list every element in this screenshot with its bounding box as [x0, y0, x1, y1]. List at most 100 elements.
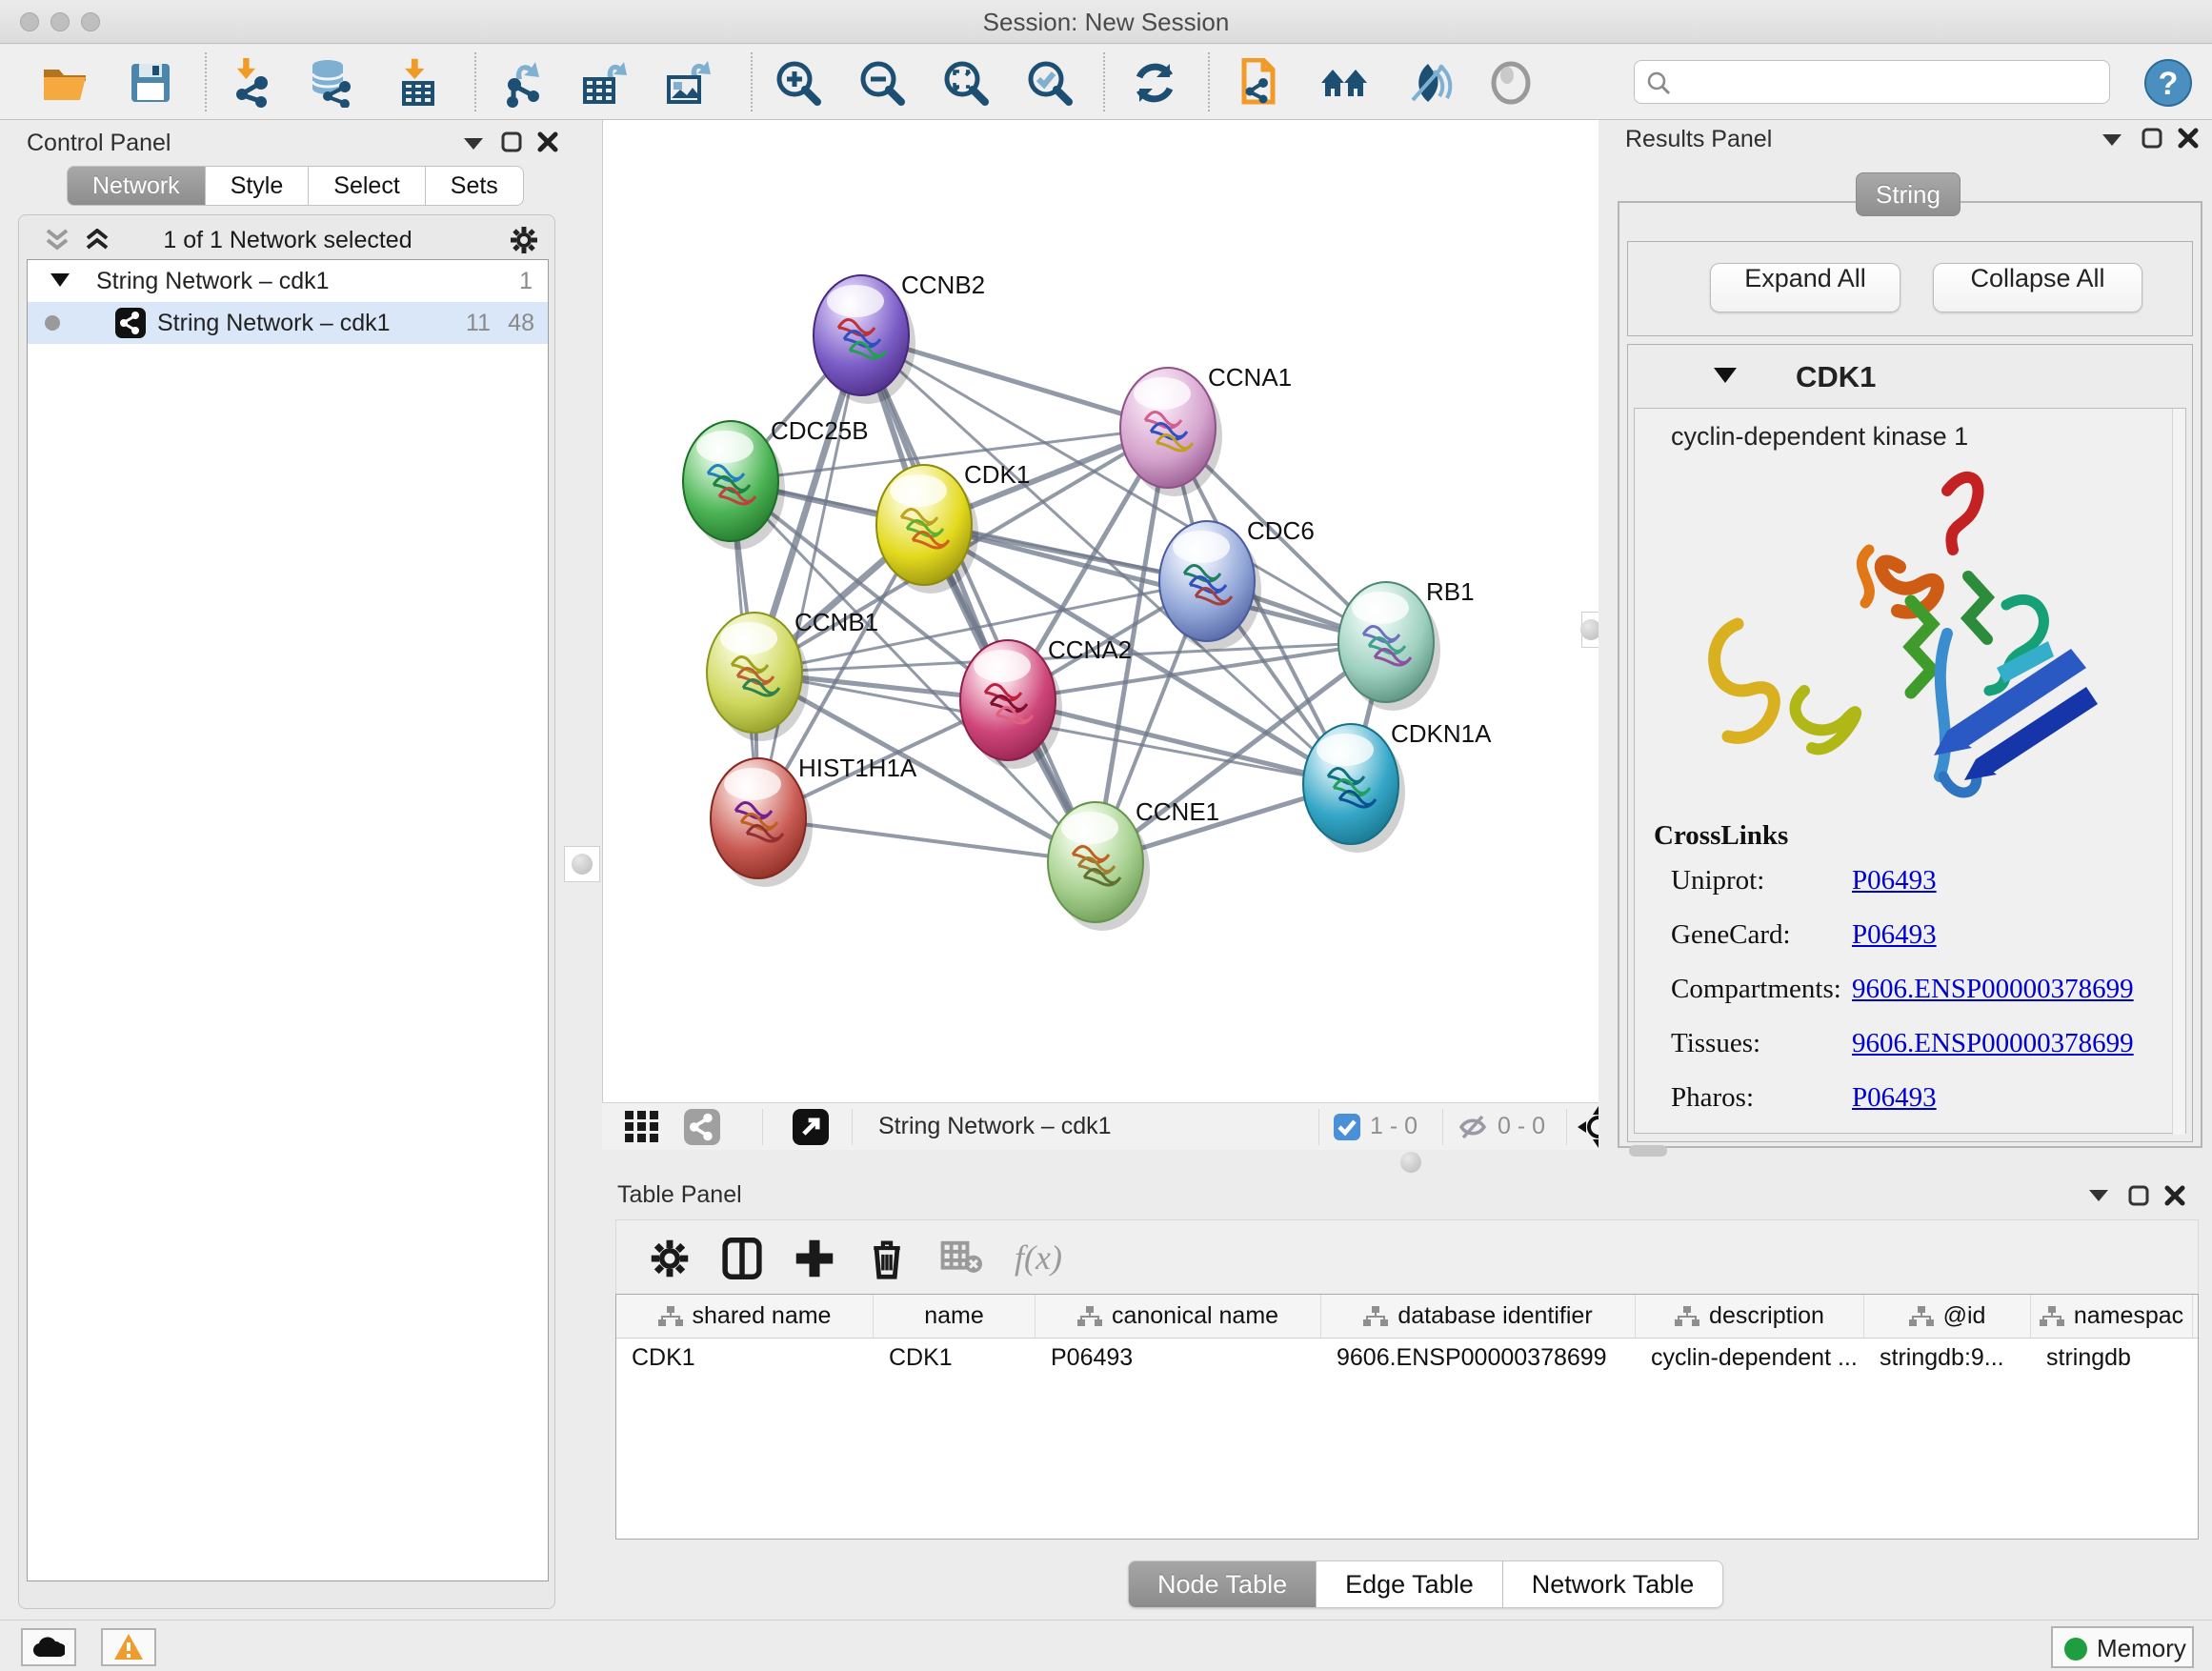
delete-column-icon[interactable]: [866, 1238, 908, 1279]
node-CDC6[interactable]: CDC6: [1159, 516, 1315, 650]
export-table-icon[interactable]: [579, 58, 629, 108]
column-type-icon: [1077, 1306, 1102, 1327]
column-header-namespac[interactable]: namespac: [2031, 1295, 2193, 1338]
function-builder-icon[interactable]: f(x): [1015, 1238, 1062, 1278]
splitter-handle[interactable]: [564, 846, 600, 882]
results-scrollbar[interactable]: [2172, 409, 2185, 1135]
edge-CCNB2-CCNE1[interactable]: [861, 335, 1096, 862]
homes-icon[interactable]: [1319, 58, 1369, 108]
grid-view-icon[interactable]: [625, 1111, 659, 1143]
tab-select[interactable]: Select: [309, 166, 425, 206]
collapse-all-button[interactable]: Collapse All: [1933, 263, 2142, 312]
node-CCNA2[interactable]: CCNA2: [960, 635, 1132, 769]
zoom-fit-icon[interactable]: [941, 58, 991, 108]
node-CCNB1[interactable]: CCNB1: [707, 608, 878, 741]
node-RB1[interactable]: RB1: [1338, 577, 1475, 711]
zoom-selected-icon[interactable]: [1025, 58, 1075, 108]
collapse-panel-icon[interactable]: [2088, 1189, 2109, 1202]
network-collection-row[interactable]: String Network – cdk1 1: [28, 260, 548, 302]
import-database-icon[interactable]: [307, 58, 356, 108]
table-cell[interactable]: P06493: [1036, 1339, 1321, 1380]
main-toolbar: ?: [0, 45, 2212, 120]
float-panel-icon[interactable]: [501, 131, 522, 152]
tab-sets[interactable]: Sets: [426, 166, 524, 206]
edge-CCNB2-HIST1H1A[interactable]: [758, 335, 861, 818]
show-columns-icon[interactable]: [721, 1238, 763, 1279]
results-hscroll-thumb[interactable]: [1629, 1145, 1667, 1157]
network-row-selected[interactable]: String Network – cdk1 11 48: [28, 302, 548, 344]
crosslink-link[interactable]: P06493: [1852, 865, 1937, 896]
export-network-icon[interactable]: [497, 58, 547, 108]
collapse-panel-icon[interactable]: [463, 137, 484, 151]
memory-button[interactable]: Memory: [2051, 1626, 2194, 1668]
collapse-panel-icon[interactable]: [2101, 133, 2122, 147]
protein-section-header[interactable]: CDK1: [1628, 345, 2192, 408]
tab-style[interactable]: Style: [206, 166, 310, 206]
zoom-in-icon[interactable]: [774, 58, 823, 108]
refresh-icon[interactable]: [1130, 58, 1179, 108]
toggle-eye-icon[interactable]: [1486, 58, 1536, 108]
gear-icon[interactable]: [509, 225, 539, 255]
tab-node-table[interactable]: Node Table: [1128, 1560, 1317, 1608]
table-row[interactable]: CDK1CDK1P064939606.ENSP00000378699cyclin…: [616, 1339, 2198, 1380]
column-header-canonical-name[interactable]: canonical name: [1036, 1295, 1321, 1338]
string-view-icon[interactable]: [684, 1109, 720, 1145]
tab-network-table[interactable]: Network Table: [1503, 1560, 1724, 1608]
column-header-database-identifier[interactable]: database identifier: [1321, 1295, 1636, 1338]
tab-network[interactable]: Network: [67, 166, 206, 206]
table-cell[interactable]: CDK1: [874, 1339, 1036, 1380]
cloud-button[interactable]: [21, 1628, 76, 1666]
column-header--id[interactable]: @id: [1864, 1295, 2031, 1338]
column-header-description[interactable]: description: [1636, 1295, 1864, 1338]
tab-string[interactable]: String: [1856, 172, 1961, 216]
float-panel-icon[interactable]: [2128, 1185, 2149, 1206]
help-icon[interactable]: ?: [2143, 58, 2193, 108]
table-cell[interactable]: CDK1: [616, 1339, 874, 1380]
export-image-icon[interactable]: [663, 58, 713, 108]
create-column-icon[interactable]: [794, 1238, 835, 1279]
node-CCNE1[interactable]: CCNE1: [1048, 797, 1219, 931]
node-CCNA1[interactable]: CCNA1: [1120, 363, 1292, 496]
search-input[interactable]: [1679, 65, 2098, 99]
close-panel-icon[interactable]: [537, 131, 558, 152]
node-CCNB2[interactable]: CCNB2: [814, 271, 985, 404]
column-header-name[interactable]: name: [874, 1295, 1036, 1338]
table-cell[interactable]: stringdb: [2031, 1339, 2193, 1380]
delete-table-icon[interactable]: [940, 1238, 982, 1276]
crosslink-link[interactable]: P06493: [1852, 1082, 1937, 1114]
zoom-out-icon[interactable]: [857, 58, 907, 108]
open-in-window-icon[interactable]: [793, 1109, 829, 1145]
section-expander-icon[interactable]: [1714, 368, 1737, 383]
crosslinks-section: CrossLinks Uniprot:P06493GeneCard:P06493…: [1654, 820, 2168, 1137]
selected-checkbox-icon[interactable]: [1334, 1114, 1360, 1140]
right-splitter-handle[interactable]: [1581, 612, 1600, 648]
node-CDKN1A[interactable]: CDKN1A: [1303, 719, 1492, 853]
table-cell[interactable]: 9606.ENSP00000378699: [1321, 1339, 1636, 1380]
import-network-icon[interactable]: [229, 58, 278, 108]
tab-edge-table[interactable]: Edge Table: [1317, 1560, 1503, 1608]
warning-button[interactable]: [101, 1628, 156, 1666]
network-canvas[interactable]: CCNB2CCNA1CDC25BCDK1CDC6RB1CCNB1CCNA2CDK…: [602, 120, 1599, 1102]
left-splitter[interactable]: [564, 120, 602, 1150]
network-label: String Network – cdk1: [157, 310, 391, 337]
crosslink-link[interactable]: 9606.ENSP00000378699: [1852, 974, 2134, 1005]
save-session-icon[interactable]: [126, 58, 175, 108]
node-HIST1H1A[interactable]: HIST1H1A: [711, 754, 917, 887]
hide-unhide-icon[interactable]: [1403, 58, 1453, 108]
splitter-dot[interactable]: [1400, 1152, 1421, 1173]
float-panel-icon[interactable]: [2142, 128, 2162, 149]
table-cell[interactable]: stringdb:9...: [1864, 1339, 2031, 1380]
network-tab-body: 1 of 1 Network selected String Network –…: [18, 214, 555, 1609]
crosslink-link[interactable]: 9606.ENSP00000378699: [1852, 1028, 2134, 1059]
table-cell[interactable]: cyclin-dependent ...: [1636, 1339, 1864, 1380]
table-gear-icon[interactable]: [649, 1238, 691, 1279]
expand-all-button[interactable]: Expand All: [1710, 263, 1900, 312]
import-table-icon[interactable]: [392, 58, 442, 108]
tree-expander-icon[interactable]: [50, 273, 70, 287]
close-panel-icon[interactable]: [2178, 128, 2199, 149]
crosslink-link[interactable]: P06493: [1852, 919, 1937, 951]
close-panel-icon[interactable]: [2164, 1185, 2185, 1206]
column-header-shared-name[interactable]: shared name: [616, 1295, 874, 1338]
open-session-icon[interactable]: [40, 58, 90, 108]
file-network-icon[interactable]: [1235, 58, 1284, 108]
